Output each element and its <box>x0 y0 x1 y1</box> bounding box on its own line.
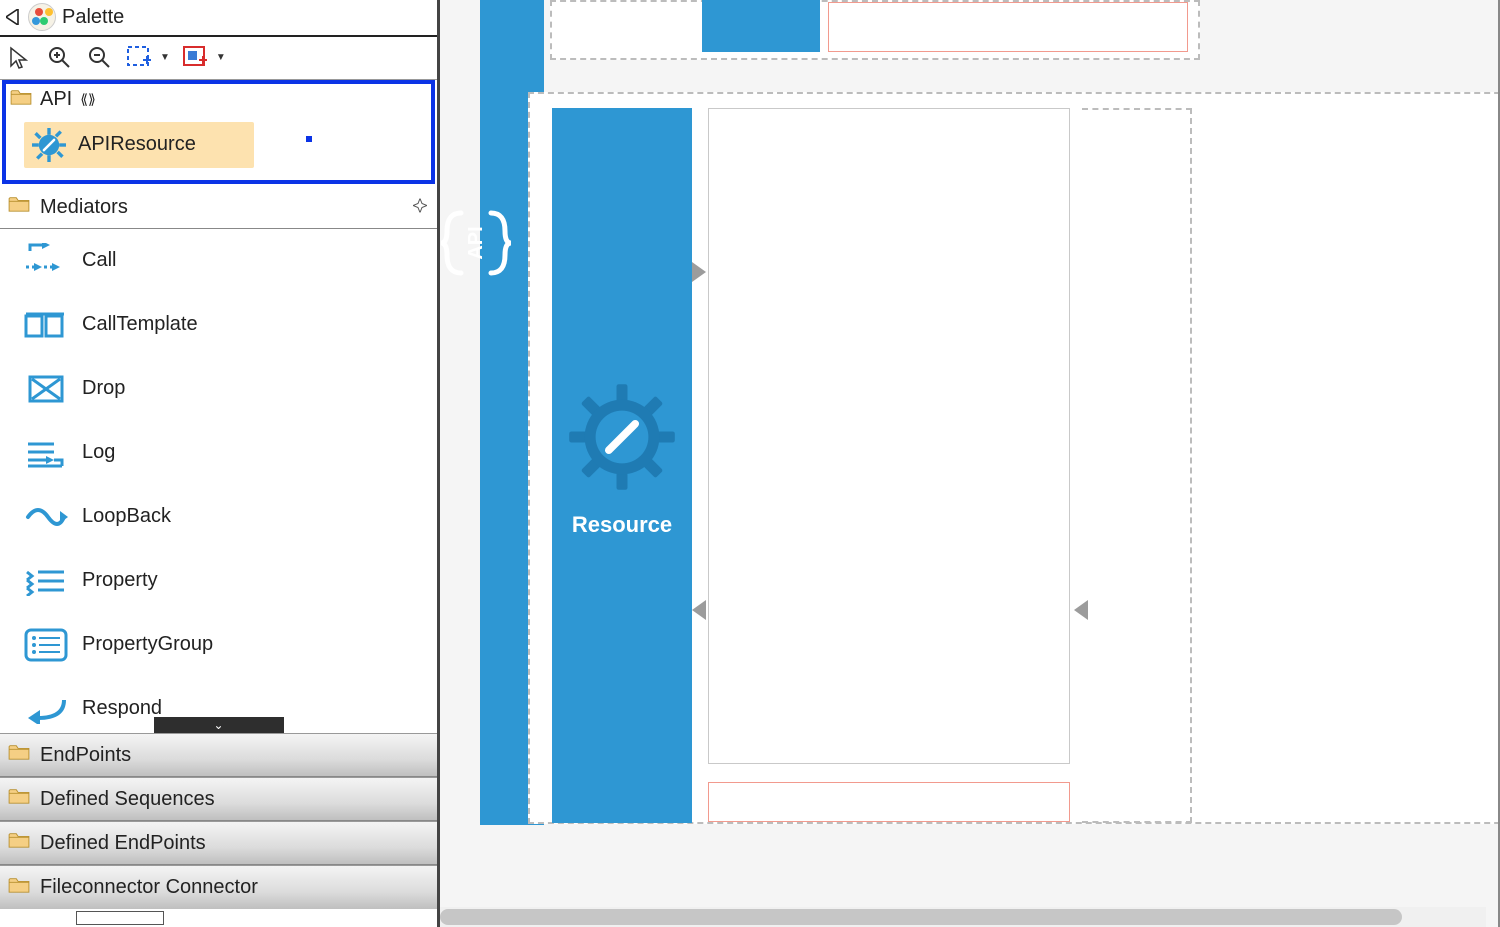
design-canvas[interactable]: API <box>440 0 1500 927</box>
gear-slash-icon <box>32 128 66 162</box>
marquee-blue-dropdown[interactable]: ▼ <box>160 52 170 63</box>
canvas-top-group[interactable] <box>550 0 1200 60</box>
pin-icon[interactable] <box>413 196 427 219</box>
gear-slash-icon <box>567 382 677 498</box>
call-icon <box>24 243 68 279</box>
marquee-red-dropdown[interactable]: ▼ <box>216 52 226 63</box>
folder-icon <box>8 831 30 855</box>
palette-header: Palette <box>0 0 437 37</box>
property-icon <box>24 563 68 599</box>
palette-category-defined-endpoints[interactable]: Defined EndPoints <box>0 821 437 865</box>
folder-icon <box>8 787 30 811</box>
chevron-down-icon: ⌄ <box>213 718 223 732</box>
marquee-blue-button[interactable] <box>126 44 154 72</box>
zoom-out-button[interactable] <box>86 44 114 72</box>
folder-icon <box>8 876 30 900</box>
collapse-toolbar[interactable]: ⌄ <box>154 717 284 733</box>
category-fileconnector-label: Fileconnector Connector <box>40 876 258 899</box>
palette-item-property[interactable]: Property <box>0 549 437 613</box>
resource-column[interactable]: Resource <box>552 108 692 823</box>
folder-icon <box>8 743 30 767</box>
palette-category-fileconnector[interactable]: Fileconnector Connector <box>0 865 437 909</box>
palette-category-endpoints[interactable]: EndPoints <box>0 733 437 777</box>
arrow-out-left-icon <box>692 600 706 620</box>
api-handle-label: API <box>465 226 487 259</box>
canvas-top-error-box[interactable] <box>828 2 1188 52</box>
palette-item-apiresource[interactable]: APIResource <box>24 122 254 168</box>
palette-bottom-categories: EndPoints Defined Sequences Defined EndP… <box>0 733 437 927</box>
palette-app-icon <box>28 3 56 31</box>
palette-category-api[interactable]: API ⟪⟫ <box>2 80 435 185</box>
category-api-label: API <box>40 88 72 111</box>
small-box <box>76 911 164 925</box>
calltemplate-icon <box>24 307 68 343</box>
canvas-resource-group[interactable]: Resource <box>528 92 1500 824</box>
palette-item-propertygroup[interactable]: PropertyGroup <box>0 613 437 677</box>
palette-category-mediators[interactable]: Mediators <box>0 186 437 229</box>
palette-category-defined-sequences[interactable]: Defined Sequences <box>0 777 437 821</box>
select-tool-button[interactable] <box>6 44 34 72</box>
palette-back-button[interactable] <box>4 8 22 26</box>
palette-item-label: Drop <box>82 377 125 400</box>
palette-item-loopback[interactable]: LoopBack <box>0 485 437 549</box>
marquee-red-button[interactable] <box>182 44 210 72</box>
category-defined-sequences-label: Defined Sequences <box>40 788 215 811</box>
selection-handle-dot[interactable] <box>306 136 312 142</box>
category-defined-endpoints-label: Defined EndPoints <box>40 832 206 855</box>
category-mediators-label: Mediators <box>40 196 128 219</box>
mediators-list: Call CallTemplate Drop <box>0 229 437 733</box>
palette-title: Palette <box>62 6 124 29</box>
palette-pane: Palette ▼ <box>0 0 440 927</box>
palette-item-apiresource-label: APIResource <box>78 133 196 156</box>
pin-icon[interactable]: ⟪⟫ <box>80 91 96 108</box>
zoom-in-button[interactable] <box>46 44 74 72</box>
palette-toolbar: ▼ ▼ <box>0 37 437 80</box>
palette-item-label: Property <box>82 569 158 592</box>
folder-icon <box>10 88 32 112</box>
horizontal-scrollbar[interactable] <box>440 907 1486 927</box>
scrollbar-thumb[interactable] <box>440 909 1402 925</box>
resource-in-sequence-box[interactable] <box>708 108 1070 764</box>
log-icon <box>24 435 68 471</box>
propertygroup-icon <box>24 627 68 663</box>
respond-icon <box>24 691 68 727</box>
api-handle[interactable]: API <box>440 198 512 288</box>
resource-fault-sequence-box[interactable] <box>708 782 1070 822</box>
palette-item-label: PropertyGroup <box>82 633 213 656</box>
palette-item-label: Call <box>82 249 116 272</box>
loopback-icon <box>24 499 68 535</box>
folder-icon <box>8 195 30 219</box>
app-root: Palette ▼ <box>0 0 1500 927</box>
palette-item-drop[interactable]: Drop <box>0 357 437 421</box>
drop-icon <box>24 371 68 407</box>
palette-item-call[interactable]: Call <box>0 229 437 293</box>
resource-label: Resource <box>572 512 672 538</box>
palette-item-log[interactable]: Log <box>0 421 437 485</box>
canvas-top-resource-col[interactable] <box>702 0 820 52</box>
palette-item-calltemplate[interactable]: CallTemplate <box>0 293 437 357</box>
palette-item-label: LoopBack <box>82 505 171 528</box>
palette-item-label: CallTemplate <box>82 313 198 336</box>
resource-out-area[interactable] <box>1082 108 1192 823</box>
category-endpoints-label: EndPoints <box>40 744 131 767</box>
palette-item-label: Log <box>82 441 115 464</box>
palette-item-label: Respond <box>82 697 162 720</box>
arrow-in-icon <box>692 262 706 282</box>
